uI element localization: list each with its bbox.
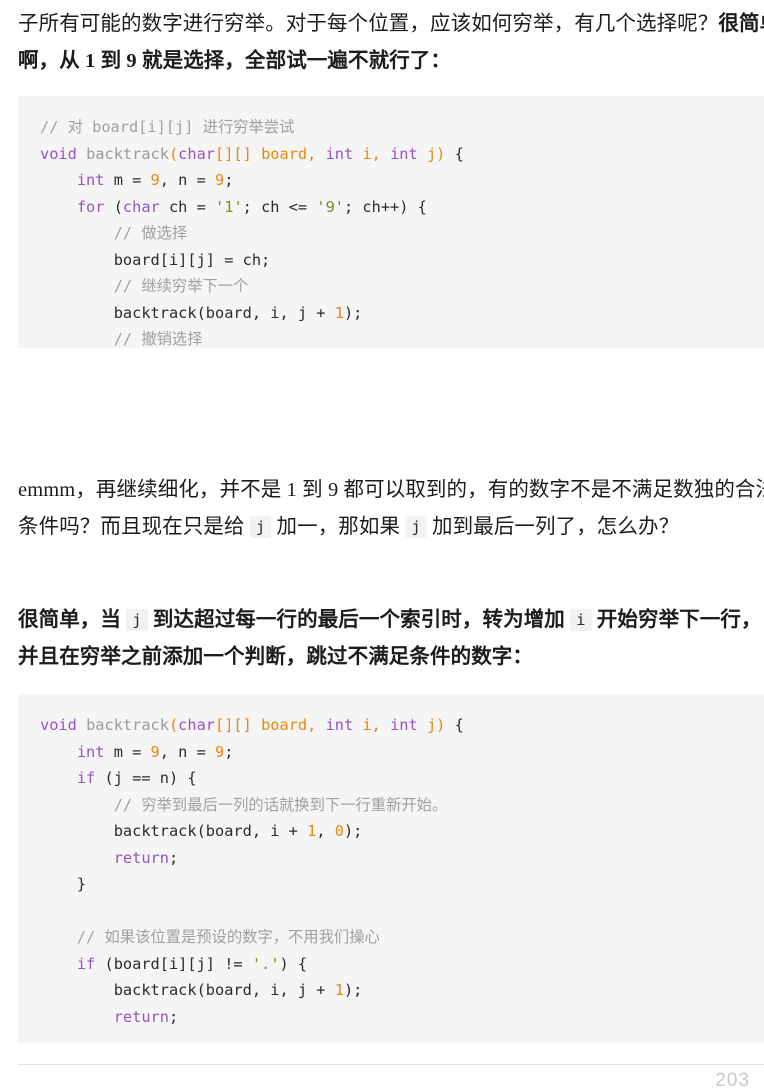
document-page: 子所有可能的数字进行穷举。对于每个位置，应该如何穷举，有几个选择呢？很简单啊，从…: [0, 0, 764, 1092]
page-number: 203: [715, 1070, 750, 1091]
inline-code-j-3: j: [126, 609, 148, 631]
code-block-backtrack-basic-content: // 对 board[i][j] 进行穷举尝试 void backtrack(c…: [40, 118, 464, 348]
paragraph-bold-second-seg2: 到达超过每一行的最后一个索引时，转为增加: [147, 609, 571, 631]
inline-code-j-2: j: [405, 516, 427, 538]
code-block-backtrack-refined[interactable]: void backtrack(char[][] board, int i, in…: [18, 694, 764, 1043]
code-block-backtrack-refined-content: void backtrack(char[][] board, int i, in…: [40, 716, 464, 1026]
paragraph-middle: emmm，再继续细化，并不是 1 到 9 都可以取到的，有的数字不是不满足数独的…: [0, 472, 764, 546]
footer-divider: [18, 1064, 764, 1065]
paragraph-middle-seg3: 加到最后一列了，怎么办？: [426, 516, 680, 538]
inline-code-j-1: j: [249, 516, 272, 538]
inline-code-i-1: i: [570, 609, 592, 631]
code-block-backtrack-basic[interactable]: // 对 board[i][j] 进行穷举尝试 void backtrack(c…: [18, 96, 764, 348]
paragraph-bold-second: 很简单，当 j 到达超过每一行的最后一个索引时，转为增加 i 开始穷举下一行，并…: [0, 602, 764, 676]
paragraph-top-normal: 子所有可能的数字进行穷举。对于每个位置，应该如何穷举，有几个选择呢？: [18, 13, 719, 35]
paragraph-top: 子所有可能的数字进行穷举。对于每个位置，应该如何穷举，有几个选择呢？很简单啊，从…: [0, 6, 764, 80]
paragraph-middle-seg2: 加一，那如果: [271, 516, 406, 538]
paragraph-bold-second-seg1: 很简单，当: [18, 609, 127, 631]
